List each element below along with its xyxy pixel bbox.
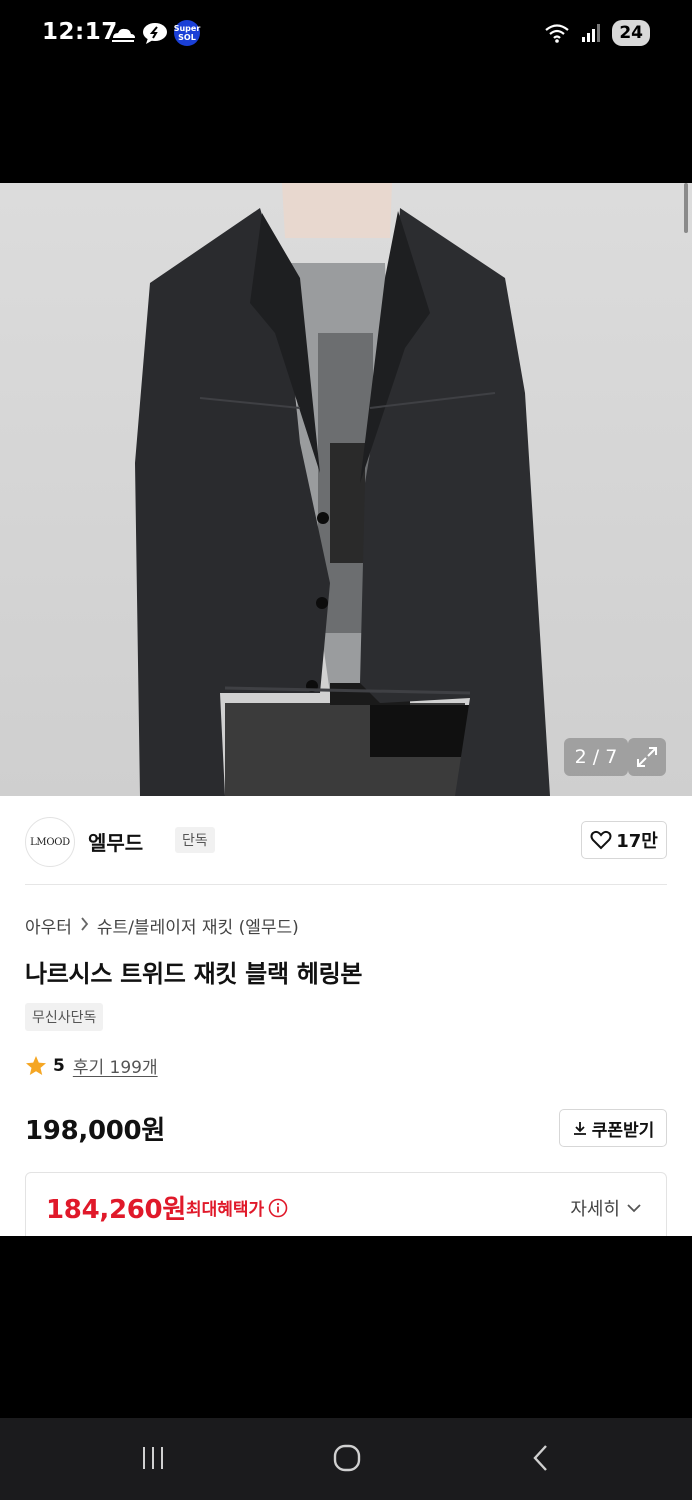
download-icon [573, 1122, 586, 1135]
battery-indicator: 24 [612, 20, 650, 46]
recent-apps-button[interactable] [123, 1438, 183, 1478]
heart-icon [590, 830, 612, 850]
home-icon [333, 1444, 361, 1472]
chevron-right-icon [80, 916, 89, 935]
expand-button[interactable] [628, 738, 666, 776]
status-icons-right: 24 [544, 20, 650, 46]
system-nav-bar [0, 1418, 692, 1500]
detail-label: 자세히 [570, 1199, 620, 1220]
product-image[interactable] [0, 183, 692, 796]
detail-toggle[interactable]: 자세히 [570, 1195, 642, 1221]
back-button[interactable] [511, 1438, 571, 1478]
recent-apps-icon [143, 1447, 163, 1469]
brand-name[interactable]: 엘무드 [88, 827, 143, 856]
image-counter: 2 / 7 [564, 738, 628, 776]
breadcrumb: 아우터 슈트/블레이저 재킷 (엘무드) [25, 913, 299, 938]
chat-bubble-icon [142, 20, 168, 46]
product-info-panel: LMOOD 엘무드 단독 17만 아우터 슈트/블레이저 재킷 (엘무드) 나르… [0, 796, 692, 1236]
jacket-photo [135, 183, 550, 796]
status-icons-left: Super SOL [110, 20, 200, 46]
rating-row: 5 후기 199개 [25, 1053, 158, 1078]
sol-badge-line2: SOL [178, 33, 196, 42]
review-link[interactable]: 후기 199개 [73, 1053, 158, 1078]
musinsa-exclusive-badge: 무신사단독 [25, 1003, 104, 1031]
wifi-icon [544, 20, 570, 46]
max-benefit-label-text: 최대혜택가 [186, 1200, 265, 1220]
rating-value: 5 [53, 1055, 65, 1076]
product-price: 198,000원 [25, 1116, 165, 1146]
back-icon [533, 1445, 547, 1471]
coupon-button[interactable]: 쿠폰받기 [559, 1109, 667, 1147]
home-button[interactable] [317, 1438, 377, 1478]
chevron-down-icon [627, 1204, 641, 1213]
super-sol-icon: Super SOL [174, 20, 200, 46]
brand-row: LMOOD 엘무드 단독 17만 [25, 817, 667, 867]
divider [25, 884, 667, 885]
like-count: 17만 [616, 831, 658, 852]
expand-icon [637, 747, 657, 767]
sol-badge-line1: Super [173, 24, 201, 33]
like-button[interactable]: 17만 [581, 821, 667, 859]
status-time: 12:17 [42, 19, 118, 45]
breadcrumb-parent[interactable]: 아우터 [25, 913, 72, 938]
status-bar: 12:17 Super SOL 24 [0, 0, 692, 70]
star-icon [26, 1055, 46, 1075]
cloud-weather-icon [110, 20, 136, 46]
signal-icon [578, 20, 604, 46]
brand-logo[interactable]: LMOOD [25, 817, 75, 867]
product-title: 나르시스 트위드 재킷 블랙 헤링본 [25, 960, 363, 988]
max-benefit-price: 184,260원 [46, 1195, 186, 1225]
max-benefit-label: 최대혜택가 [186, 1195, 288, 1220]
info-icon[interactable] [268, 1198, 288, 1218]
breadcrumb-child[interactable]: 슈트/블레이저 재킷 (엘무드) [97, 913, 299, 938]
gallery-scrollbar[interactable] [684, 183, 688, 233]
max-benefit-box[interactable]: 184,260원 최대혜택가 자세히 [25, 1172, 667, 1236]
brand-exclusive-tag: 단독 [175, 827, 215, 853]
coupon-label: 쿠폰받기 [591, 1120, 655, 1141]
